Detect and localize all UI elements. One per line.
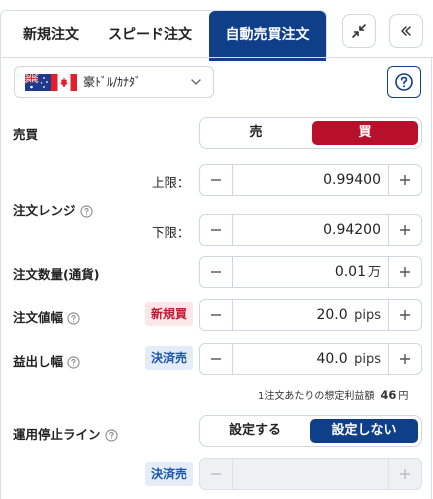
profit-width-stepper: 40.0 pips [199, 343, 422, 375]
minus-icon [211, 179, 221, 181]
stop-line-increase-button[interactable] [388, 459, 421, 489]
lower-limit-decrease-button[interactable] [200, 215, 233, 245]
order-range-label: 注文レンジ [13, 200, 93, 219]
question-circle-icon[interactable] [79, 205, 93, 218]
quantity-value: 0.01 [334, 264, 366, 280]
minus-icon [211, 473, 221, 475]
order-width-label: 注文値幅 [13, 307, 80, 326]
profit-width-decrease-button[interactable] [200, 344, 233, 374]
expected-profit-unit: 円 [398, 391, 409, 402]
quantity-label: 注文数量(通貨) [13, 267, 100, 282]
quantity-unit: 万 [367, 265, 381, 280]
order-width-unit: pips [354, 308, 381, 323]
collapse-button[interactable] [342, 14, 376, 48]
stop-line-close-sell-badge: 決済売 [145, 462, 194, 486]
side-toggle: 売 買 [199, 117, 422, 149]
expected-profit-label: 1注文あたりの想定利益額 [258, 391, 375, 402]
tab-new-order[interactable]: 新規注文 [9, 11, 93, 59]
compress-arrows-icon [352, 24, 366, 38]
profit-width-unit: pips [354, 352, 381, 367]
stop-line-input[interactable] [234, 459, 381, 489]
profit-width-input[interactable]: 40.0 pips [234, 344, 381, 374]
stop-line-toggle: 設定する 設定しない [199, 415, 422, 447]
profit-width-value: 40.0 [316, 351, 348, 367]
order-range-label-text: 注文レンジ [13, 203, 76, 218]
sell-option[interactable]: 売 [204, 121, 308, 145]
canada-flag-icon [51, 74, 77, 91]
buy-option[interactable]: 買 [312, 121, 418, 145]
order-width-decrease-button[interactable] [200, 300, 233, 330]
quantity-increase-button[interactable] [388, 257, 421, 287]
stop-line-label-text: 運用停止ライン [13, 427, 101, 442]
upper-limit-input[interactable]: 0.99400 [234, 165, 381, 195]
lower-limit-input[interactable]: 0.94200 [234, 215, 381, 245]
currency-pair-label: 豪ﾄﾞﾙ/ｶﾅﾀﾞ [83, 75, 142, 89]
lower-limit-increase-button[interactable] [388, 215, 421, 245]
side-label: 売買 [13, 127, 39, 142]
lower-limit-stepper: 0.94200 [199, 214, 422, 246]
currency-pair-select[interactable]: 豪ﾄﾞﾙ/ｶﾅﾀﾞ [14, 66, 214, 98]
tab-auto-trade-order[interactable]: 自動売買注文 [209, 11, 326, 61]
stop-line-decrease-button[interactable] [200, 459, 233, 489]
plus-icon [400, 267, 410, 277]
chevron-down-icon [191, 79, 201, 85]
auto-trade-order-panel: 新規注文 スピード注文 自動売買注文 豪ﾄﾞﾙ/ｶﾅﾀﾞ 売買 売 買 上限： … [0, 0, 433, 499]
upper-limit-decrease-button[interactable] [200, 165, 233, 195]
order-width-input[interactable]: 20.0 pips [234, 300, 381, 330]
minus-icon [211, 229, 221, 231]
stop-line-unset-option[interactable]: 設定しない [310, 419, 418, 443]
minus-icon [211, 314, 221, 316]
order-width-stepper: 20.0 pips [199, 299, 422, 331]
hide-panel-button[interactable] [389, 14, 423, 48]
order-tabs: 新規注文 スピード注文 自動売買注文 [0, 0, 433, 61]
quantity-decrease-button[interactable] [200, 257, 233, 287]
question-circle-icon[interactable] [67, 356, 80, 369]
upper-limit-increase-button[interactable] [388, 165, 421, 195]
plus-icon [400, 354, 410, 364]
question-circle-icon[interactable] [67, 312, 80, 325]
minus-icon [211, 358, 221, 360]
tab-bar: 新規注文 スピード注文 自動売買注文 [0, 10, 327, 61]
quantity-stepper: 0.01 万 [199, 256, 422, 288]
australia-flag-icon [25, 74, 51, 91]
plus-icon [400, 310, 410, 320]
order-width-increase-button[interactable] [388, 300, 421, 330]
plus-icon [400, 469, 410, 479]
help-button[interactable] [387, 66, 421, 98]
stop-line-stepper [199, 458, 422, 490]
expected-profit-value: 46 [380, 388, 397, 402]
quantity-input[interactable]: 0.01 万 [234, 257, 381, 287]
stop-line-set-option[interactable]: 設定する [204, 419, 306, 443]
lower-limit-label: 下限： [152, 225, 190, 240]
expected-profit: 1注文あたりの想定利益額 46 円 [258, 387, 408, 402]
minus-icon [211, 271, 221, 273]
stop-line-label: 運用停止ライン [13, 424, 118, 443]
question-circle-icon[interactable] [104, 429, 118, 442]
profit-width-increase-button[interactable] [388, 344, 421, 374]
order-width-value: 20.0 [316, 307, 348, 323]
tab-speed-order[interactable]: スピード注文 [97, 11, 203, 59]
upper-limit-stepper: 0.99400 [199, 164, 422, 196]
double-chevron-left-icon [401, 26, 411, 36]
upper-limit-label: 上限： [152, 175, 190, 190]
new-buy-badge: 新規買 [145, 302, 194, 326]
order-width-label-text: 注文値幅 [13, 310, 64, 325]
profit-width-label-text: 益出し幅 [13, 354, 64, 369]
profit-width-label: 益出し幅 [13, 351, 80, 370]
question-circle-icon [395, 73, 413, 91]
plus-icon [400, 225, 410, 235]
tab-divider [0, 57, 433, 58]
close-sell-badge: 決済売 [145, 346, 194, 370]
plus-icon [400, 175, 410, 185]
